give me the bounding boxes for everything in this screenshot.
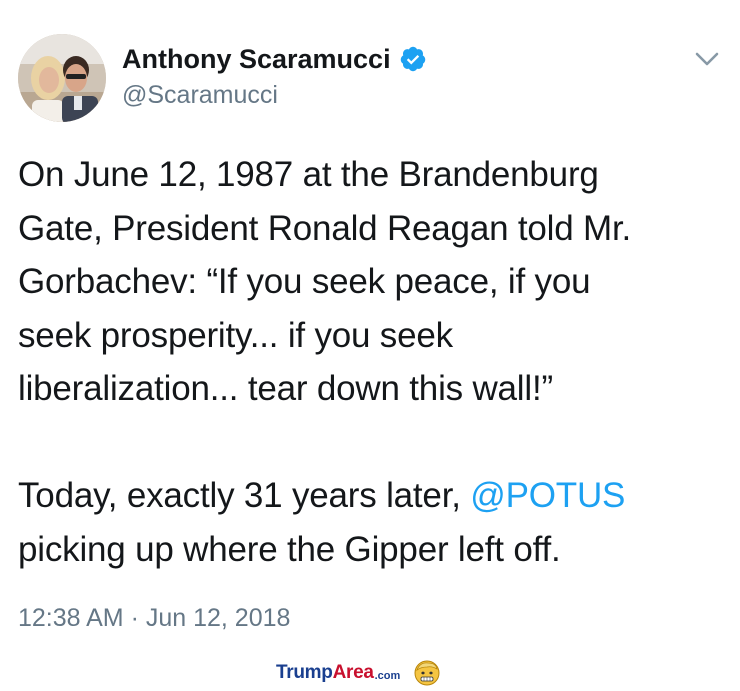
tweet-text: On June 12, 1987 at the Brandenburg Gate… [18, 148, 728, 576]
tweet-text-line: picking up where the Gipper left off. [18, 529, 561, 569]
tweet-text-line: Gorbachev: “If you seek peace, if you [18, 262, 591, 301]
watermark-text-area: Area [332, 662, 374, 683]
watermark-text-trump: Trump [276, 662, 333, 683]
author-names: Anthony Scaramucci @Scaramucci [122, 42, 427, 112]
mention-link[interactable]: @POTUS [470, 476, 625, 515]
author-handle[interactable]: @Scaramucci [122, 78, 427, 112]
avatar-photo [18, 34, 106, 122]
author-display-name[interactable]: Anthony Scaramucci [122, 42, 391, 76]
author-display-name-row[interactable]: Anthony Scaramucci [122, 42, 427, 76]
tweet-text-line: On June 12, 1987 at the Brandenburg [18, 155, 599, 194]
tweet-header: Anthony Scaramucci @Scaramucci [18, 34, 722, 124]
trump-face-icon [414, 660, 440, 686]
watermark: Trump Area .com [276, 660, 440, 686]
tweet-text-segment: Today, exactly 31 years later, [18, 476, 471, 515]
verified-badge-icon [399, 45, 427, 73]
tweet-text-line: Gate, President Ronald Reagan told Mr. [18, 208, 632, 248]
tweet-text-line: Today, exactly 31 years later, @POTUS [18, 469, 728, 523]
tweet-text-line: seek prosperity... if you seek [18, 315, 453, 355]
watermark-text-com: .com [374, 669, 401, 682]
tweet-text-line: liberalization... tear down this wall!” [18, 369, 553, 408]
avatar[interactable] [18, 34, 106, 122]
tweet-card: Anthony Scaramucci @Scaramucci On June 1… [0, 0, 740, 687]
chevron-down-icon[interactable] [692, 44, 722, 74]
tweet-timestamp[interactable]: 12:38 AM · Jun 12, 2018 [18, 600, 290, 636]
